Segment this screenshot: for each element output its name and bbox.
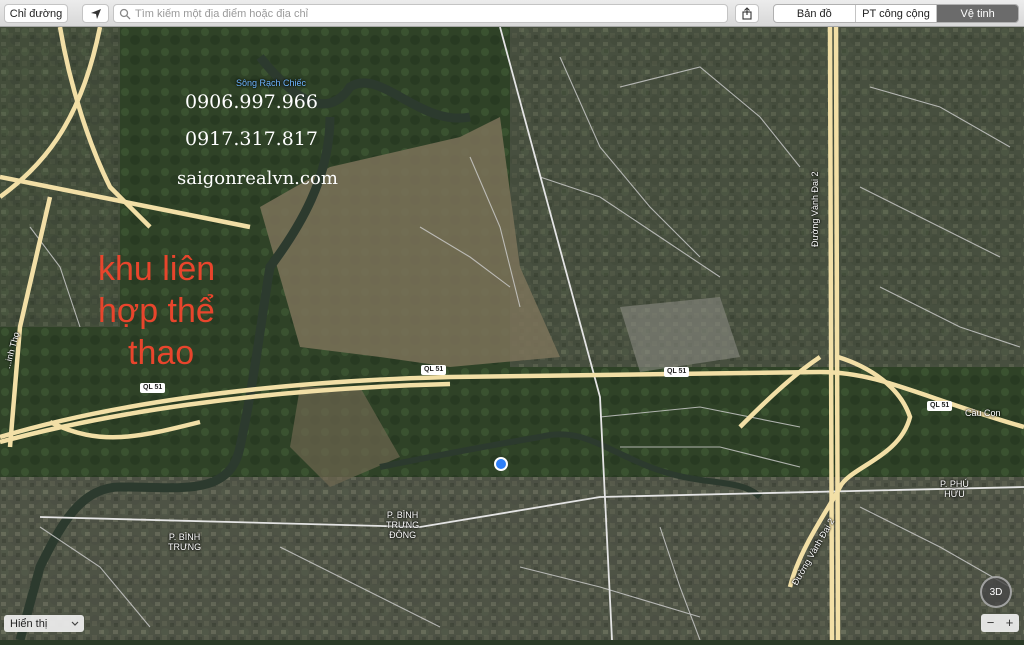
search-icon xyxy=(119,8,131,19)
tab-satellite[interactable]: Vệ tinh xyxy=(937,5,1018,22)
toolbar: Chỉ đường Tìm kiếm một địa điểm hoặc địa… xyxy=(0,0,1024,27)
cau-con-label: Cầu Cọn xyxy=(965,408,1001,418)
3d-button[interactable]: 3D xyxy=(980,576,1012,608)
search-input[interactable]: Tìm kiếm một địa điểm hoặc địa chỉ xyxy=(113,4,728,23)
overlay-red-line-2: hợp thể xyxy=(98,292,215,330)
chevron-down-icon xyxy=(71,621,79,626)
zoom-out-button[interactable]: − xyxy=(981,614,1000,632)
river-label: Sông Rạch Chiếc xyxy=(236,78,307,88)
place-btd-b: TRƯNG xyxy=(386,520,420,530)
tab-transit[interactable]: PT công cộng xyxy=(856,5,938,22)
place-binh-trung: P. BÌNH TRƯNG xyxy=(168,532,201,552)
place-btd-a: P. BÌNH xyxy=(386,510,419,520)
share-button[interactable] xyxy=(735,4,759,23)
search-placeholder: Tìm kiếm một địa điểm hoặc địa chỉ xyxy=(135,7,309,20)
directions-button[interactable]: Chỉ đường xyxy=(4,4,68,23)
place-phu-huu-a: P. PHÚ xyxy=(940,479,969,489)
overlay-website: saigonrealvn.com xyxy=(177,168,338,189)
overlay-red-line-1: khu liên xyxy=(98,250,216,288)
display-options-button[interactable]: Hiển thị xyxy=(4,615,84,632)
display-options-label: Hiển thị xyxy=(10,617,48,630)
zoom-control: − + xyxy=(981,614,1019,632)
zoom-in-button[interactable]: + xyxy=(1000,614,1019,632)
place-phu-huu: P. PHÚ HỮU xyxy=(940,479,969,499)
place-binh-trung-b: TRƯNG xyxy=(168,542,202,552)
satellite-map[interactable]: 0906.997.966 0917.317.817 saigonrealvn.c… xyxy=(0,26,1024,642)
ql51-shield-1: QL 51 xyxy=(140,383,166,393)
place-btd-c: ĐÔNG xyxy=(389,530,417,540)
map-type-selector: Bản đồ PT công cộng Vệ tinh xyxy=(773,4,1019,23)
place-phu-huu-b: HỮU xyxy=(944,489,965,499)
vanh-dai-north-label: Đường Vành Đai 2 xyxy=(810,171,820,247)
place-binh-trung-dong: P. BÌNH TRƯNG ĐÔNG xyxy=(386,510,419,540)
place-binh-trung-a: P. BÌNH xyxy=(168,532,201,542)
ql51-shield-2: QL 51 xyxy=(421,365,447,375)
3d-button-label: 3D xyxy=(989,586,1003,598)
share-icon xyxy=(742,7,752,20)
current-location-dot xyxy=(494,457,508,471)
location-arrow-icon xyxy=(90,8,101,19)
overlay-phone-1: 0906.997.966 xyxy=(185,91,318,113)
current-location-button[interactable] xyxy=(82,4,109,23)
overlay-red-line-3: thao xyxy=(128,334,195,372)
overlay-phone-2: 0917.317.817 xyxy=(185,128,318,150)
ql51-shield-4: QL 51 xyxy=(927,401,953,411)
tab-map[interactable]: Bản đồ xyxy=(774,5,856,22)
ql51-shield-3: QL 51 xyxy=(664,367,690,377)
